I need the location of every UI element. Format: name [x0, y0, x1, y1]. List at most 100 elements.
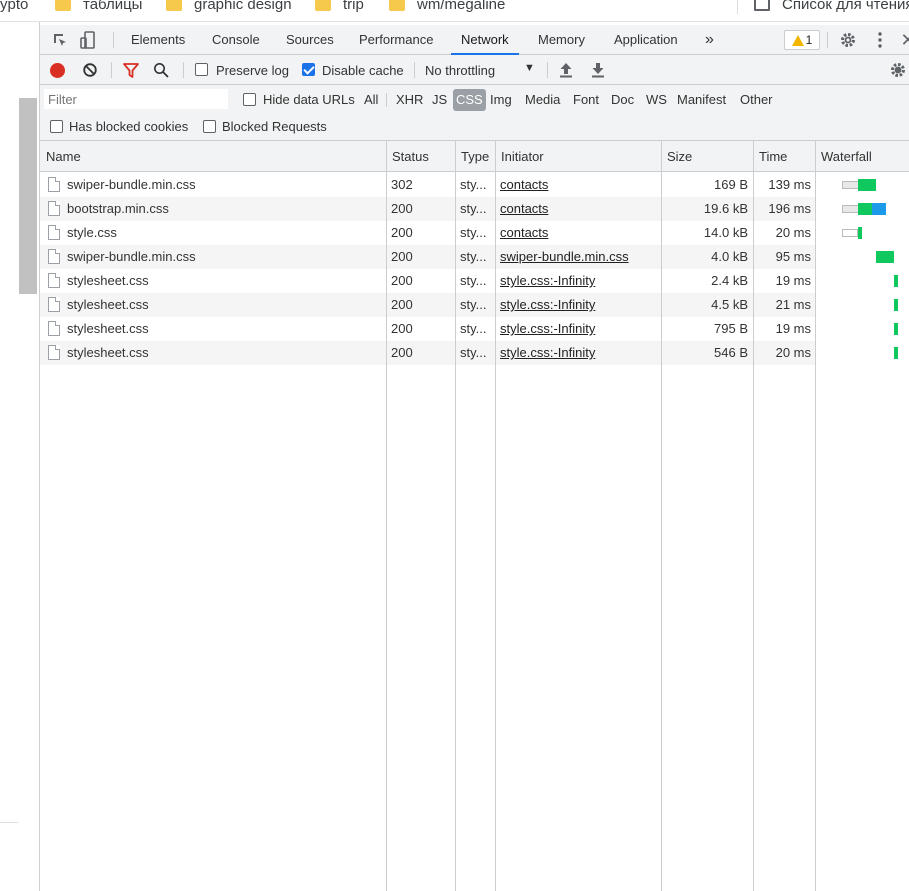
request-initiator[interactable]: style.css:-Infinity	[500, 341, 658, 365]
divider	[547, 62, 548, 78]
type-filter-css[interactable]: CSS	[453, 89, 486, 111]
request-status: 200	[391, 249, 413, 264]
tab-application[interactable]: Application	[614, 25, 678, 55]
column-header-type[interactable]: Type	[456, 141, 489, 172]
bookmark-label: graphic design	[194, 0, 292, 13]
request-name[interactable]: style.css	[67, 221, 382, 245]
bookmark-item[interactable]: ypto	[0, 0, 28, 14]
column-divider	[661, 141, 662, 891]
type-filter-xhr[interactable]: XHR	[393, 89, 426, 111]
device-toolbar-icon[interactable]	[78, 30, 98, 50]
type-filter-img[interactable]: Img	[487, 89, 515, 111]
column-header-time[interactable]: Time	[754, 141, 787, 172]
divider	[737, 0, 738, 14]
request-name[interactable]: stylesheet.css	[67, 269, 382, 293]
request-name[interactable]: stylesheet.css	[67, 317, 382, 341]
table-row[interactable]: swiper-bundle.min.css 200 sty... swiper-bun…	[40, 245, 816, 269]
request-name[interactable]: bootstrap.min.css	[67, 197, 382, 221]
warnings-badge[interactable]: 1	[784, 30, 820, 50]
hide-data-urls-checkbox[interactable]	[243, 93, 256, 106]
reading-list-button[interactable]: Список для чтения	[754, 0, 909, 14]
bookmark-folder[interactable]: wm/megaline	[389, 0, 505, 14]
disable-cache-checkbox[interactable]	[302, 63, 315, 76]
column-header-initiator[interactable]: Initiator	[496, 141, 544, 172]
tab-sources[interactable]: Sources	[286, 25, 334, 55]
type-filter-doc[interactable]: Doc	[608, 89, 637, 111]
throttling-select[interactable]: No throttling	[425, 63, 495, 78]
column-header-waterfall[interactable]: Waterfall	[816, 141, 872, 172]
request-name[interactable]: swiper-bundle.min.css	[67, 173, 382, 197]
request-initiator[interactable]: style.css:-Infinity	[500, 317, 658, 341]
table-row[interactable]: swiper-bundle.min.css 302 sty... contacts 16…	[40, 173, 816, 197]
waterfall-bar	[858, 227, 862, 239]
bookmark-label: ypto	[0, 0, 29, 13]
column-header-size[interactable]: Size	[662, 141, 692, 172]
request-initiator[interactable]: contacts	[500, 173, 658, 197]
table-row[interactable]: stylesheet.css 200 sty... style.css:-Infini…	[40, 269, 816, 293]
bookmark-folder[interactable]: graphic design	[166, 0, 292, 14]
table-row[interactable]: stylesheet.css 200 sty... style.css:-Infini…	[40, 293, 816, 317]
type-filter-js[interactable]: JS	[429, 89, 450, 111]
table-row[interactable]: bootstrap.min.css 200 sty... contacts 19.6 k…	[40, 197, 816, 221]
type-filter-all[interactable]: All	[361, 89, 381, 111]
type-filter-media[interactable]: Media	[522, 89, 563, 111]
filter-funnel-icon[interactable]	[121, 60, 141, 80]
more-tabs-button[interactable]: »	[705, 25, 714, 55]
waterfall-bar	[894, 323, 898, 335]
bookmark-folder[interactable]: таблицы	[55, 0, 142, 14]
clear-icon[interactable]	[80, 60, 100, 80]
preserve-log-checkbox[interactable]	[195, 63, 208, 76]
blocked-requests-checkbox[interactable]	[203, 120, 216, 133]
request-status: 200	[391, 297, 413, 312]
waterfall-bar	[894, 347, 898, 359]
column-divider	[455, 141, 456, 891]
type-filter-other[interactable]: Other	[737, 89, 776, 111]
type-filter-ws[interactable]: WS	[643, 89, 670, 111]
filter-input[interactable]	[44, 89, 228, 109]
import-har-icon[interactable]	[556, 60, 576, 80]
request-time: 19 ms	[775, 321, 811, 336]
request-initiator[interactable]: style.css:-Infinity	[500, 293, 658, 317]
chevron-down-icon[interactable]: ▼	[524, 62, 535, 74]
tab-network[interactable]: Network	[451, 25, 519, 55]
request-initiator[interactable]: contacts	[500, 197, 658, 221]
type-filter-manifest[interactable]: Manifest	[674, 89, 729, 111]
divider	[386, 93, 387, 107]
more-options-icon[interactable]	[870, 30, 890, 50]
request-name[interactable]: stylesheet.css	[67, 293, 382, 317]
type-filter-font[interactable]: Font	[570, 89, 602, 111]
inspect-element-icon[interactable]	[50, 30, 70, 50]
tab-memory[interactable]: Memory	[538, 25, 585, 55]
reading-list-label: Список для чтения	[782, 0, 909, 13]
settings-gear-icon[interactable]	[838, 30, 858, 50]
tab-performance[interactable]: Performance	[359, 25, 433, 55]
table-row[interactable]: stylesheet.css 200 sty... style.css:-Infini…	[40, 341, 816, 365]
column-divider	[753, 141, 754, 891]
search-icon[interactable]	[151, 60, 171, 80]
request-time: 196 ms	[768, 201, 811, 216]
request-time: 139 ms	[768, 177, 811, 192]
export-har-icon[interactable]	[588, 60, 608, 80]
column-header-status[interactable]: Status	[387, 141, 429, 172]
has-blocked-cookies-checkbox[interactable]	[50, 120, 63, 133]
close-icon[interactable]: ✕	[898, 30, 909, 50]
request-size: 4.5 kB	[711, 297, 748, 312]
divider	[111, 62, 112, 78]
request-name[interactable]: swiper-bundle.min.css	[67, 245, 382, 269]
table-row[interactable]: stylesheet.css 200 sty... style.css:-Infini…	[40, 317, 816, 341]
tab-console[interactable]: Console	[212, 25, 260, 55]
page-scrollbar-thumb[interactable]	[19, 98, 37, 294]
request-time: 95 ms	[775, 249, 811, 264]
request-initiator[interactable]: style.css:-Infinity	[500, 269, 658, 293]
table-row[interactable]: style.css 200 sty... contacts 14.0 kB 20 ms	[40, 221, 816, 245]
request-type: sty...	[460, 249, 487, 264]
request-size: 19.6 kB	[703, 201, 748, 216]
request-initiator[interactable]: swiper-bundle.min.css	[500, 245, 658, 269]
record-button[interactable]	[50, 63, 65, 78]
column-header-name[interactable]: Name	[41, 141, 81, 172]
bookmark-folder[interactable]: trip	[315, 0, 364, 14]
network-settings-gear-icon[interactable]	[888, 60, 908, 80]
tab-elements[interactable]: Elements	[131, 25, 185, 55]
request-name[interactable]: stylesheet.css	[67, 341, 382, 365]
request-initiator[interactable]: contacts	[500, 221, 658, 245]
